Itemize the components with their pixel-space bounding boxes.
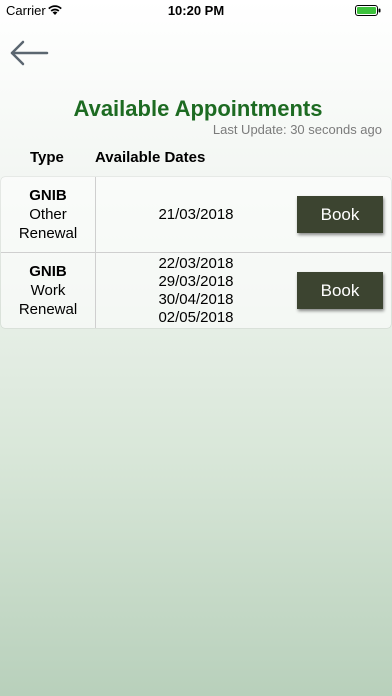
- book-button[interactable]: Book: [297, 196, 383, 233]
- type-subtitle-line: Work: [30, 282, 66, 299]
- type-cell: GNIB Other Renewal: [1, 177, 96, 252]
- table-row: GNIB Work Renewal 22/03/2018 29/03/2018 …: [1, 253, 391, 328]
- type-subtitle-line: Renewal: [18, 301, 78, 318]
- column-header-dates: Available Dates: [95, 149, 206, 166]
- type-cell: GNIB Work Renewal: [1, 253, 96, 328]
- last-update-label: Last Update: 30 seconds ago: [212, 122, 382, 137]
- available-date: 21/03/2018: [158, 205, 234, 223]
- dates-cell: 22/03/2018 29/03/2018 30/04/2018 02/05/2…: [96, 253, 296, 328]
- available-date: 22/03/2018: [158, 254, 234, 272]
- battery-icon: [355, 5, 381, 16]
- dates-cell: 21/03/2018: [96, 177, 296, 252]
- arrow-left-icon: [10, 40, 49, 66]
- available-date: 30/04/2018: [158, 290, 234, 308]
- table-row: GNIB Other Renewal 21/03/2018 Book: [1, 177, 391, 253]
- available-date: 02/05/2018: [158, 308, 234, 326]
- available-date: 29/03/2018: [158, 272, 234, 290]
- type-subtitle-line: Renewal: [18, 225, 78, 242]
- page-title: Available Appointments: [73, 96, 323, 121]
- book-button[interactable]: Book: [297, 272, 383, 309]
- status-time: 10:20 PM: [167, 3, 225, 18]
- appointments-table: GNIB Other Renewal 21/03/2018 Book GNIB …: [1, 177, 391, 328]
- type-subtitle-line: Other: [29, 206, 67, 223]
- back-button[interactable]: [8, 38, 50, 68]
- type-name: GNIB: [29, 263, 67, 280]
- status-bar: Carrier 10:20 PM: [0, 0, 392, 22]
- type-name: GNIB: [29, 187, 67, 204]
- column-header-type: Type: [30, 149, 64, 166]
